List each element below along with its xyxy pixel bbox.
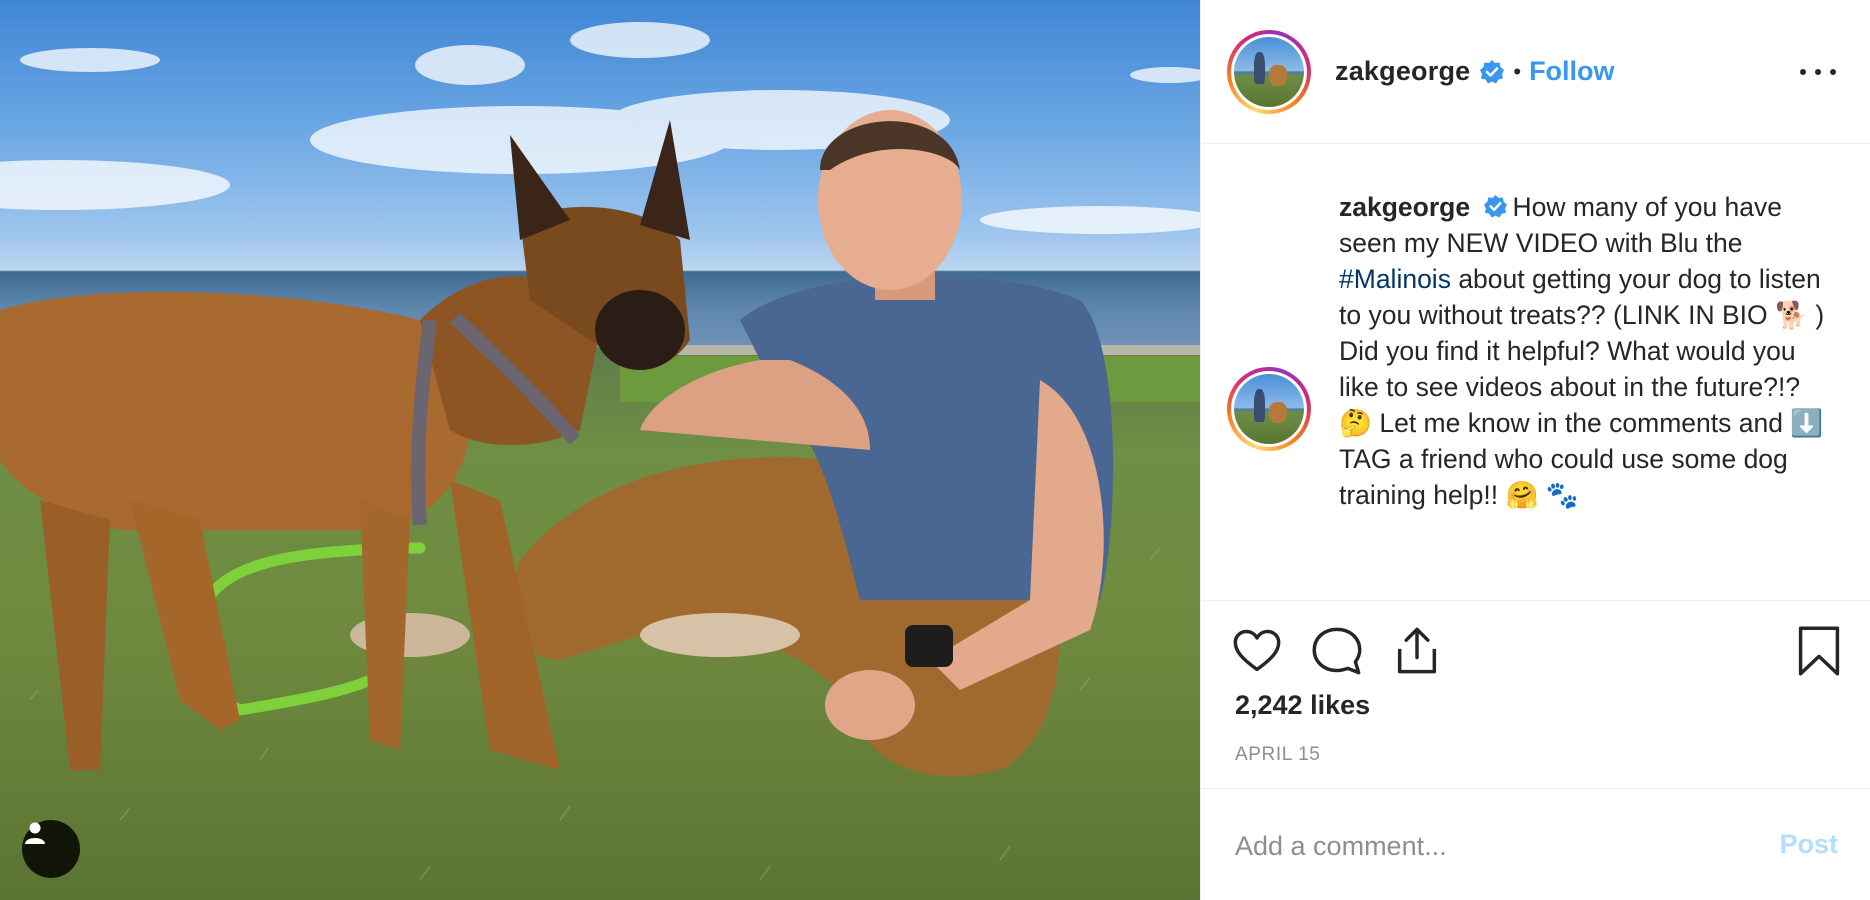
post-detail-panel: zakgeorge • Follow zakgeorge How many of… [1200, 0, 1870, 900]
verified-badge-icon [1484, 194, 1508, 218]
caption-username[interactable]: zakgeorge [1339, 192, 1470, 222]
post-caption: zakgeorge How many of you have seen my N… [1339, 189, 1835, 513]
heart-icon[interactable] [1231, 625, 1283, 677]
post-comment-button[interactable]: Post [1779, 829, 1838, 860]
comment-bar: Post [1201, 788, 1870, 900]
separator-dot: • [1513, 58, 1522, 84]
author-username[interactable]: zakgeorge [1335, 56, 1470, 87]
verified-badge-icon [1480, 59, 1505, 83]
bookmark-icon[interactable] [1793, 625, 1845, 677]
follow-button[interactable]: Follow [1529, 56, 1614, 87]
comment-icon[interactable] [1311, 625, 1363, 677]
user-tag-icon [25, 822, 45, 844]
author-avatar[interactable] [1227, 29, 1311, 114]
post-header: zakgeorge • Follow [1201, 0, 1870, 144]
caption-section: zakgeorge How many of you have seen my N… [1201, 145, 1870, 600]
comment-input[interactable] [1235, 823, 1755, 869]
post-date[interactable]: APRIL 15 [1235, 744, 1320, 766]
post-photo[interactable] [0, 0, 1200, 900]
share-icon[interactable] [1391, 625, 1443, 677]
action-bar [1201, 600, 1870, 686]
hashtag-link[interactable]: #Malinois [1339, 264, 1451, 294]
photo-scene [0, 22, 1200, 881]
caption-author-avatar[interactable] [1227, 367, 1311, 451]
user-tag-button[interactable] [22, 820, 80, 878]
caption-text-part2: about getting your dog to listen to you … [1339, 264, 1825, 510]
likes-count[interactable]: 2,242 likes [1235, 690, 1370, 721]
more-options-icon[interactable] [1800, 58, 1836, 86]
